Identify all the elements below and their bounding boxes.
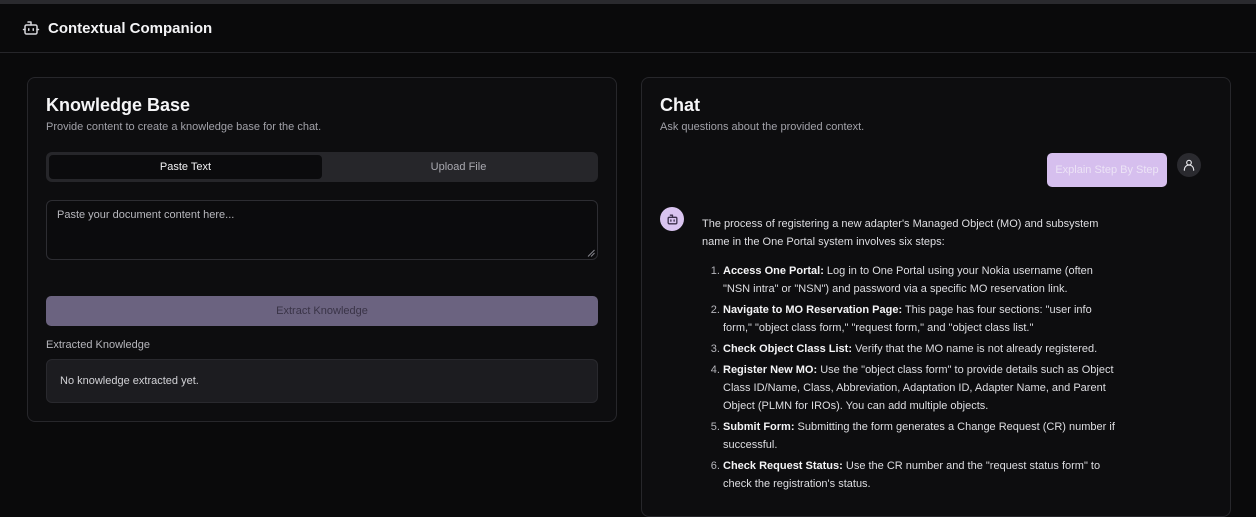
resize-handle-icon[interactable] (587, 249, 595, 257)
user-avatar (1177, 153, 1201, 177)
bot-icon (667, 214, 677, 224)
app-title: Contextual Companion (48, 20, 213, 37)
step-title: Check Object Class List: (723, 343, 852, 355)
extracted-knowledge-label: Extracted Knowledge (46, 339, 150, 351)
window-top-bar (0, 0, 1256, 4)
steps-list: Access One Portal: Log in to One Portal … (702, 262, 1120, 493)
knowledge-base-subtitle: Provide content to create a knowledge ba… (46, 121, 322, 133)
extract-knowledge-button[interactable]: Extract Knowledge (46, 296, 598, 326)
step-title: Access One Portal: (723, 265, 824, 277)
document-content-input[interactable]: Paste your document content here... (46, 200, 598, 260)
bot-avatar (660, 207, 684, 231)
step-text: Verify that the MO name is not already r… (852, 343, 1098, 355)
list-item: Check Request Status: Use the CR number … (723, 457, 1120, 493)
chat-subtitle: Ask questions about the provided context… (660, 121, 865, 133)
knowledge-base-card: Knowledge Base Provide content to create… (27, 77, 617, 422)
bot-message-intro: The process of registering a new adapter… (702, 218, 1099, 248)
step-title: Register New MO: (723, 364, 818, 376)
app-header: Contextual Companion (0, 5, 1256, 53)
list-item: Access One Portal: Log in to One Portal … (723, 262, 1120, 298)
list-item: Submit Form: Submitting the form generat… (723, 418, 1120, 454)
tab-upload-file[interactable]: Upload File (322, 155, 595, 179)
bot-icon (22, 21, 40, 35)
step-title: Navigate to MO Reservation Page: (723, 304, 903, 316)
textarea-placeholder: Paste your document content here... (57, 209, 235, 221)
user-message-bubble: Explain Step By Step (1047, 153, 1167, 187)
bot-message: The process of registering a new adapter… (702, 215, 1120, 496)
user-icon (1183, 159, 1195, 171)
step-title: Check Request Status: (723, 460, 843, 472)
tab-paste-text[interactable]: Paste Text (49, 155, 322, 179)
knowledge-base-title: Knowledge Base (46, 95, 191, 115)
extracted-knowledge-value: No knowledge extracted yet. (60, 375, 199, 387)
list-item: Check Object Class List: Verify that the… (723, 340, 1120, 358)
extracted-knowledge-output: No knowledge extracted yet. (46, 359, 598, 403)
chat-title: Chat (660, 95, 700, 115)
step-title: Submit Form: (723, 421, 795, 433)
list-item: Register New MO: Use the "object class f… (723, 361, 1120, 415)
list-item: Navigate to MO Reservation Page: This pa… (723, 301, 1120, 337)
input-mode-tabs: Paste Text Upload File (46, 152, 598, 182)
chat-card: Chat Ask questions about the provided co… (641, 77, 1231, 517)
